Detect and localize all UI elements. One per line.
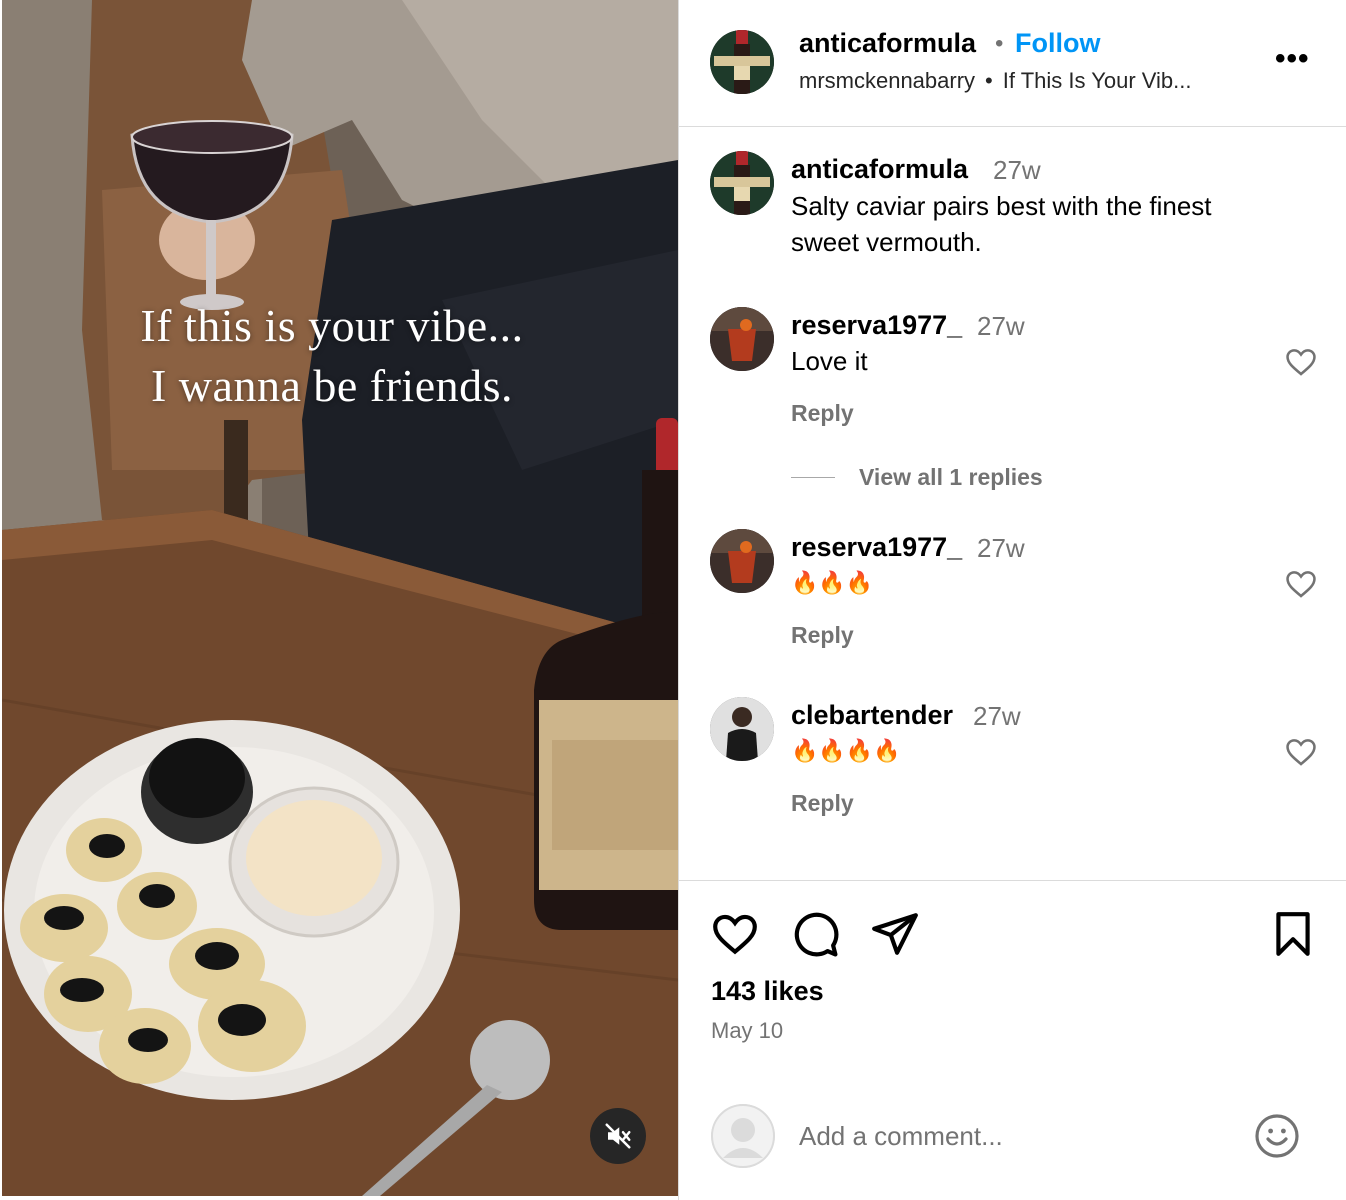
paper-plane-icon[interactable]: [870, 909, 920, 959]
comment-text: Love it: [791, 346, 868, 376]
add-comment-input[interactable]: [799, 1116, 1219, 1156]
default-user-icon: [711, 1104, 775, 1168]
likes-count[interactable]: 143 likes: [711, 976, 824, 1007]
speaker-muted-icon: [605, 1123, 631, 1149]
comment-like-heart-icon[interactable]: [1284, 345, 1318, 379]
more-options-button[interactable]: •••: [1275, 42, 1310, 76]
smiley-icon[interactable]: [1253, 1112, 1301, 1160]
comment-username[interactable]: reserva1977_: [791, 310, 962, 341]
video-caption-overlay: If this is your vibe... I wanna be frien…: [2, 296, 662, 416]
comment-text: 🔥🔥🔥: [791, 570, 874, 595]
video-frame: [2, 0, 678, 1196]
audio-title[interactable]: If This Is Your Vib...: [1003, 68, 1192, 93]
comment-avatar[interactable]: [710, 307, 774, 371]
comment-username[interactable]: clebartender: [791, 700, 953, 731]
antica-logo-avatar: [710, 30, 774, 94]
overlay-line-1: If this is your vibe...: [140, 300, 524, 351]
antica-logo-avatar: [710, 151, 774, 215]
reserva-avatar-image: [710, 529, 774, 593]
comments-section[interactable]: anticaformula 27w Salty caviar pairs bes…: [679, 128, 1346, 880]
overlay-line-2: I wanna be friends.: [150, 360, 514, 411]
view-replies-label[interactable]: View all 1 replies: [859, 464, 1043, 491]
add-comment-bar: [679, 1090, 1346, 1190]
audio-user[interactable]: mrsmckennabarry: [799, 68, 975, 93]
comment-text: 🔥🔥🔥🔥: [791, 738, 901, 763]
audio-separator: •: [985, 68, 993, 93]
audio-attribution[interactable]: mrsmckennabarry • If This Is Your Vib...: [799, 68, 1192, 94]
post-details-panel: anticaformula • Follow mrsmckennabarry • I…: [679, 0, 1346, 1200]
comment-like-heart-icon[interactable]: [1284, 735, 1318, 769]
reply-button[interactable]: Reply: [791, 400, 854, 427]
post-media-video[interactable]: If this is your vibe... I wanna be frien…: [2, 0, 678, 1196]
caption-line-1: Salty caviar pairs best with the finest: [791, 191, 1212, 221]
comment-time[interactable]: 27w: [977, 533, 1025, 564]
author-avatar[interactable]: [710, 30, 774, 94]
caption-author-avatar[interactable]: [710, 151, 774, 215]
clebartender-avatar-image: [710, 697, 774, 761]
comment-avatar[interactable]: [710, 697, 774, 761]
follow-button[interactable]: Follow: [1015, 28, 1100, 59]
current-user-avatar: [711, 1104, 775, 1168]
comment-time[interactable]: 27w: [977, 311, 1025, 342]
like-heart-icon[interactable]: [710, 909, 760, 959]
caption-time[interactable]: 27w: [993, 155, 1041, 186]
caption-text: Salty caviar pairs best with the finest …: [791, 188, 1212, 260]
view-replies-line: [791, 477, 835, 478]
reply-button[interactable]: Reply: [791, 622, 854, 649]
comment-bubble-icon[interactable]: [790, 909, 840, 959]
caption-username[interactable]: anticaformula: [791, 154, 968, 185]
actions-divider: [679, 880, 1346, 881]
reserva-avatar-image: [710, 307, 774, 371]
comment-like-heart-icon[interactable]: [1284, 567, 1318, 601]
comment-username[interactable]: reserva1977_: [791, 532, 962, 563]
author-username[interactable]: anticaformula: [799, 28, 976, 59]
post-date[interactable]: May 10: [711, 1018, 783, 1044]
header-separator: •: [995, 30, 1004, 57]
mute-button[interactable]: [590, 1108, 646, 1164]
comment-time[interactable]: 27w: [973, 701, 1021, 732]
reply-button[interactable]: Reply: [791, 790, 854, 817]
post-header: anticaformula • Follow mrsmckennabarry • I…: [679, 0, 1346, 127]
caption-line-2: sweet vermouth.: [791, 227, 982, 257]
comment-avatar[interactable]: [710, 529, 774, 593]
bookmark-icon[interactable]: [1268, 909, 1318, 959]
